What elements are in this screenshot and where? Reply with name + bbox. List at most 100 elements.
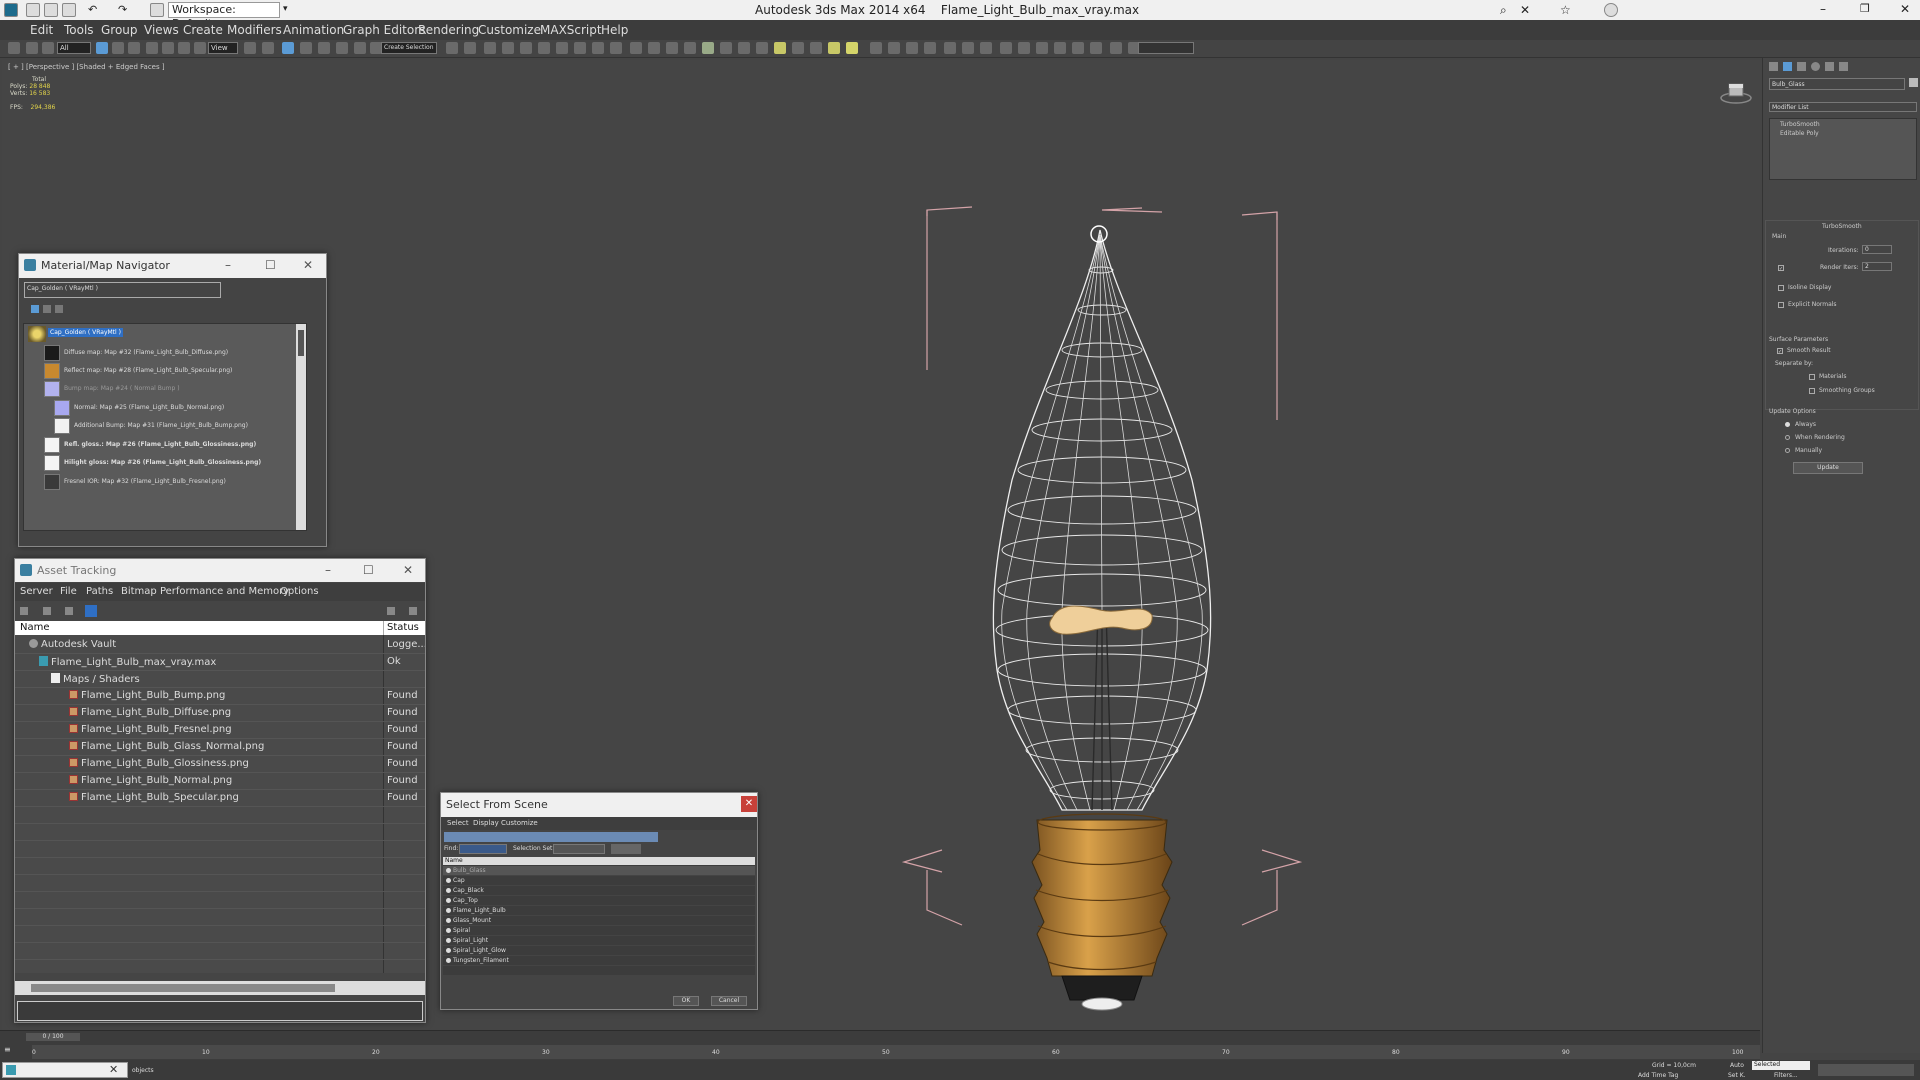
table-row[interactable]: Flame_Light_Bulb_Bump.png Found: [15, 688, 425, 705]
project-folder-icon[interactable]: [150, 3, 164, 17]
display-tab-icon[interactable]: [1825, 62, 1834, 71]
filter-buttons-toolbar[interactable]: [444, 832, 658, 842]
filters-button[interactable]: Filters...: [1774, 1072, 1798, 1079]
ref-coord-dropdown[interactable]: View: [208, 42, 238, 54]
list-item[interactable]: Cap: [443, 876, 755, 886]
new-file-icon[interactable]: [26, 3, 40, 17]
stack-item-turbosmooth[interactable]: TurboSmooth: [1780, 121, 1820, 128]
settings-icon[interactable]: [409, 607, 417, 615]
asset-menu-paths[interactable]: Paths: [86, 586, 113, 597]
redo-icon[interactable]: ↷: [118, 3, 132, 17]
menu-animation[interactable]: Animation: [283, 23, 344, 37]
vray-proxy-icon[interactable]: [702, 42, 714, 54]
asset-menu-server[interactable]: Server: [20, 586, 53, 597]
bind-space-warp-icon[interactable]: [42, 42, 54, 54]
object-color-swatch[interactable]: [1909, 78, 1918, 87]
table-row[interactable]: Flame_Light_Bulb_max_vray.max Ok: [15, 654, 425, 671]
close-icon[interactable]: ✕: [109, 1063, 118, 1076]
asset-menu-bitmap-performance[interactable]: Bitmap Performance and Memory: [121, 586, 289, 597]
render-iters-checkbox[interactable]: ✓: [1778, 265, 1784, 272]
time-slider[interactable]: 0 / 100: [26, 1033, 80, 1041]
select-object-icon[interactable]: [96, 42, 108, 54]
align-icon[interactable]: [464, 42, 476, 54]
maximize-icon[interactable]: ☐: [363, 563, 374, 577]
material-root[interactable]: Cap_Golden ( VRayMtl ): [48, 328, 123, 337]
always-radio[interactable]: [1785, 422, 1790, 427]
scene-list-header[interactable]: Name: [443, 857, 755, 865]
favorites-star-icon[interactable]: ☆: [1560, 3, 1574, 17]
table-row[interactable]: Autodesk Vault Logge...: [15, 637, 425, 654]
vray-mesh-export-icon[interactable]: [756, 42, 768, 54]
save-file-icon[interactable]: [62, 3, 76, 17]
dope-sheet-icon[interactable]: [1018, 42, 1030, 54]
sfs-menu-select[interactable]: Select: [447, 819, 469, 827]
unlink-icon[interactable]: [26, 42, 38, 54]
restore-icon[interactable]: ❐: [1860, 2, 1870, 15]
track-view-icon[interactable]: [1000, 42, 1012, 54]
viewcube-icon[interactable]: [1720, 80, 1752, 104]
select-from-scene-titlebar[interactable]: Select From Scene ✕: [441, 793, 757, 817]
asset-menu-file[interactable]: File: [60, 586, 77, 597]
toolbar-extra-dropdown[interactable]: [1138, 42, 1194, 54]
vault-icon[interactable]: [20, 607, 28, 615]
vray-dome-light-icon[interactable]: [810, 42, 822, 54]
isoline-checkbox[interactable]: [1778, 285, 1784, 291]
select-sets-icon[interactable]: [962, 42, 974, 54]
modify-tab-icon[interactable]: [1783, 62, 1792, 71]
table-row[interactable]: Flame_Light_Bulb_Fresnel.png Found: [15, 722, 425, 739]
rendered-frame-window-icon[interactable]: [592, 42, 604, 54]
menu-maxscript[interactable]: MAXScript: [540, 23, 602, 37]
menu-edit[interactable]: Edit: [30, 23, 53, 37]
select-by-name-icon[interactable]: [112, 42, 124, 54]
table-row[interactable]: Flame_Light_Bulb_Glass_Normal.png Found: [15, 739, 425, 756]
vray-light-icon[interactable]: [666, 42, 678, 54]
list-item[interactable]: Spiral: [443, 926, 755, 936]
material-navigator-titlebar[interactable]: Material/Map Navigator – ☐ ✕: [19, 254, 326, 278]
flame-light-bulb-model[interactable]: [902, 150, 1302, 1030]
manually-radio[interactable]: [1785, 448, 1790, 453]
stack-tools[interactable]: [1773, 194, 1883, 202]
app-logo-icon[interactable]: [4, 3, 18, 17]
refresh-icon[interactable]: [43, 607, 51, 615]
container-icon[interactable]: [870, 42, 882, 54]
add-time-tag[interactable]: Add Time Tag: [1638, 1072, 1678, 1079]
sfs-menu-customize[interactable]: Customize: [501, 819, 538, 827]
workspace-chevron-icon[interactable]: ▾: [283, 4, 288, 14]
table-row[interactable]: Flame_Light_Bulb_Specular.png Found: [15, 790, 425, 807]
rollout-title[interactable]: TurboSmooth: [1822, 223, 1862, 230]
scene-explorer-icon[interactable]: [906, 42, 918, 54]
timeline[interactable]: 0 / 100 ≡ 0 10 20 30 40 50 60 70 80 90 1…: [0, 1030, 1760, 1060]
minimize-icon[interactable]: –: [225, 258, 231, 272]
mirror-icon[interactable]: [446, 42, 458, 54]
asset-path-field[interactable]: [17, 1001, 423, 1021]
hierarchy-tab-icon[interactable]: [1797, 62, 1806, 71]
render-production-icon[interactable]: [610, 42, 622, 54]
list-item[interactable]: Spiral_Light: [443, 936, 755, 946]
object-name-field[interactable]: Bulb_Glass: [1769, 78, 1905, 90]
move-icon[interactable]: [162, 42, 174, 54]
set-key-button[interactable]: Set K.: [1728, 1072, 1746, 1079]
material-editor-icon[interactable]: [556, 42, 568, 54]
menu-graph-editors[interactable]: Graph Editors: [343, 23, 425, 37]
minimize-icon[interactable]: –: [325, 563, 331, 577]
help-icon[interactable]: [1604, 3, 1618, 17]
tree-view-icon[interactable]: [65, 607, 73, 615]
explicit-normals-checkbox[interactable]: [1778, 302, 1784, 308]
tools-icon[interactable]: ✕: [1520, 3, 1534, 17]
update-button[interactable]: Update: [1793, 462, 1863, 474]
menu-tools[interactable]: Tools: [64, 23, 94, 37]
vray-bulb-icon[interactable]: [774, 42, 786, 54]
modifier-list-icon[interactable]: [980, 42, 992, 54]
viewport-config-icon[interactable]: [924, 42, 936, 54]
list-item[interactable]: Bulb_Glass: [443, 866, 755, 876]
table-row[interactable]: Flame_Light_Bulb_Diffuse.png Found: [15, 705, 425, 722]
maximize-icon[interactable]: ☐: [265, 258, 276, 272]
render-iters-spinner[interactable]: 2: [1862, 262, 1892, 271]
modifier-list-dropdown[interactable]: Modifier List: [1769, 102, 1917, 112]
stack-item-editable-poly[interactable]: Editable Poly: [1780, 130, 1819, 137]
list-item[interactable]: Glass_Mount: [443, 916, 755, 926]
viewport-label[interactable]: [ + ] [Perspective ] [Shaded + Edged Fac…: [8, 63, 165, 71]
snaps-toggle-icon[interactable]: [300, 42, 312, 54]
asset-tracking-titlebar[interactable]: Asset Tracking – ☐ ✕: [15, 559, 425, 582]
col-name-header[interactable]: Name: [20, 622, 50, 633]
